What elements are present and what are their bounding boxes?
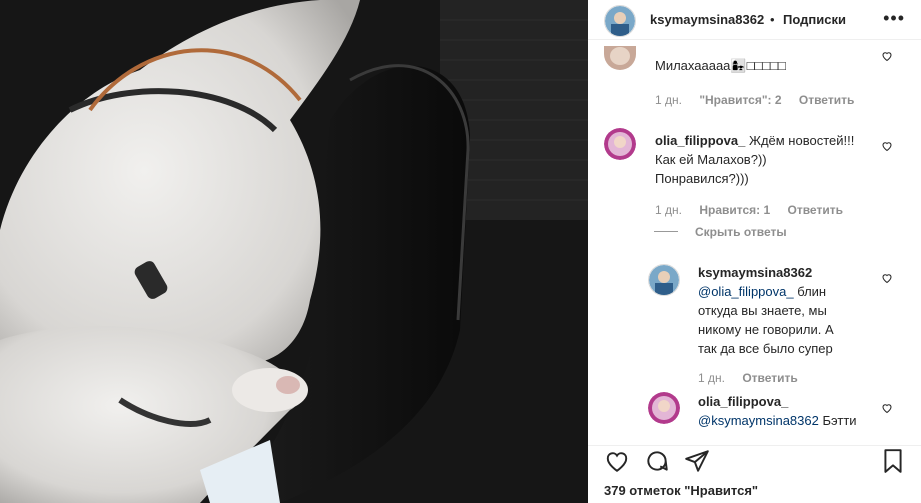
reply-body: ksymaymsina8362 @olia_filippova_ блин от… — [698, 263, 868, 358]
reply-line-2: откуда вы знаете, мы — [698, 303, 827, 318]
reply-username[interactable]: ksymaymsina8362 — [698, 265, 812, 280]
heart-icon[interactable] — [604, 448, 630, 474]
comment-likes[interactable]: Нравится: 1 — [699, 203, 770, 217]
reply-mention[interactable]: @olia_filippova_ — [698, 284, 794, 299]
reply-line-3: никому не говорили. А — [698, 322, 834, 337]
post-actions: 379 отметок "Нравится" — [588, 445, 921, 503]
reply-line-4: так да все было супер — [698, 341, 833, 356]
reply-username[interactable]: olia_filippova_ — [698, 394, 788, 409]
bookmark-icon[interactable] — [880, 448, 906, 474]
comment-icon[interactable] — [644, 448, 670, 474]
comment-line-1: Ждём новостей!!! — [748, 133, 855, 148]
reply-avatar[interactable] — [648, 392, 680, 424]
reply-body: olia_filippova_ @ksymaymsina8362 Бэтти — [698, 392, 868, 430]
comment-like-icon[interactable] — [881, 140, 893, 152]
comment-meta: 1 дн. Нравится: 1 Ответить — [655, 203, 857, 217]
hide-replies-line — [654, 231, 678, 232]
comment-like-icon[interactable] — [881, 50, 893, 62]
comment-meta: 1 дн. "Нравится": 2 Ответить — [655, 93, 868, 107]
comment-likes[interactable]: "Нравится": 2 — [699, 93, 781, 107]
post-side-panel: ksymaymsina8362 • Подписки ••• Милахаааа… — [588, 0, 921, 503]
comment-age: 1 дн. — [655, 203, 682, 217]
reply-text: Бэтти — [822, 413, 857, 428]
reply-mention[interactable]: @ksymaymsina8362 — [698, 413, 819, 428]
reply-line-1: блин — [797, 284, 827, 299]
comment-line-2: Как ей Малахов?)) — [655, 152, 767, 167]
reply-button[interactable]: Ответить — [788, 203, 843, 217]
comment-text: Милахааааа👩‍👧□□□□□ — [655, 58, 786, 73]
following-button[interactable]: Подписки — [783, 12, 846, 27]
commenter-avatar[interactable] — [604, 46, 636, 70]
reply-like-icon[interactable] — [881, 272, 893, 284]
reply-meta: 1 дн. Ответить — [698, 371, 812, 385]
comment-username[interactable]: olia_filippova_ — [655, 133, 745, 148]
comment-line-3: Понравился?))) — [655, 171, 749, 186]
commenter-avatar[interactable] — [604, 128, 636, 160]
post-photo[interactable] — [0, 0, 588, 503]
share-icon[interactable] — [684, 448, 710, 474]
likes-count[interactable]: 379 отметок "Нравится" — [604, 483, 758, 498]
author-avatar[interactable] — [604, 5, 636, 37]
comment-age: 1 дн. — [655, 93, 682, 107]
separator-dot: • — [770, 12, 775, 27]
reply-button[interactable]: Ответить — [742, 371, 797, 385]
reply-age: 1 дн. — [698, 371, 725, 385]
photo-image — [0, 0, 588, 503]
comment-body: olia_filippova_ Ждём новостей!!! Как ей … — [655, 131, 875, 188]
reply-button[interactable]: Ответить — [799, 93, 854, 107]
post-header: ksymaymsina8362 • Подписки ••• — [588, 0, 921, 40]
more-icon[interactable]: ••• — [883, 8, 905, 29]
reply-like-icon[interactable] — [881, 402, 893, 414]
comments-list[interactable]: Милахааааа👩‍👧□□□□□ 1 дн. "Нравится": 2 О… — [588, 40, 921, 445]
reply-avatar[interactable] — [648, 264, 680, 296]
author-username[interactable]: ksymaymsina8362 — [650, 12, 764, 27]
hide-replies-button[interactable]: Скрыть ответы — [695, 225, 787, 239]
